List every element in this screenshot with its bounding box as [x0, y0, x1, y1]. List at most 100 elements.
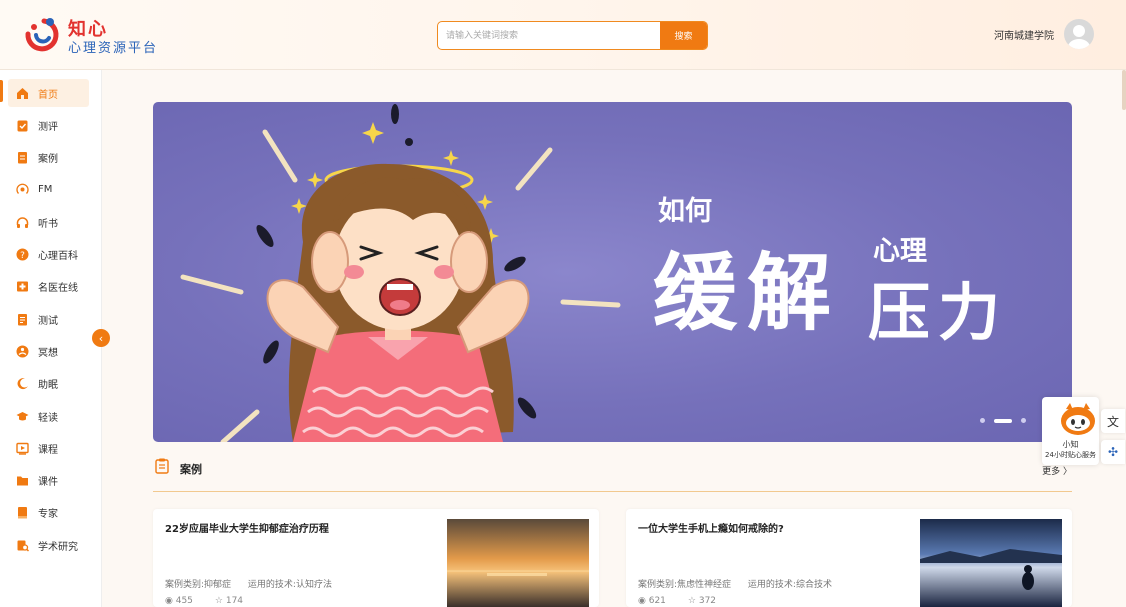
- top-header: 知心 心理资源平台 搜索 河南城建学院: [0, 0, 1126, 70]
- sidebar-item-label: 案例: [38, 154, 58, 166]
- user-menu[interactable]: 河南城建学院: [994, 19, 1094, 49]
- sidebar-item-label: 课程: [38, 444, 58, 456]
- sidebar-item-label: 冥想: [38, 347, 58, 359]
- case-section-header: 案例 更多 〉: [153, 458, 1072, 492]
- banner-text-line1: 如何: [658, 196, 712, 227]
- sidebar-item-8[interactable]: 冥想: [8, 337, 89, 365]
- svg-text:?: ?: [20, 251, 25, 261]
- clipboard-check-icon: [16, 119, 29, 132]
- views-count: 455: [175, 596, 193, 606]
- case-title[interactable]: 一位大学生手机上瘾如何戒除的?: [638, 520, 784, 535]
- sidebar-item-label: 学术研究: [38, 541, 78, 553]
- star-icon: ☆: [687, 596, 699, 606]
- search-input[interactable]: [438, 22, 660, 49]
- assistant-widget[interactable]: 小知 24小时贴心服务: [1042, 397, 1099, 465]
- case-card[interactable]: 一位大学生手机上瘾如何戒除的? 案例类别:焦虑性神经症 运用的技术:综合技术 ◉…: [626, 509, 1072, 607]
- case-title[interactable]: 22岁应届毕业大学生抑郁症治疗历程: [165, 520, 329, 535]
- banner-dot[interactable]: [1021, 418, 1026, 423]
- sidebar-item-3[interactable]: FM: [8, 176, 89, 204]
- sidebar-item-label: 课件: [38, 477, 58, 489]
- logo-mark-icon: [25, 18, 59, 52]
- case-thumbnail[interactable]: [920, 519, 1062, 607]
- case-meta: 案例类别:焦虑性神经症 运用的技术:综合技术: [638, 577, 846, 590]
- case-card[interactable]: 22岁应届毕业大学生抑郁症治疗历程 案例类别:抑郁症 运用的技术:认知疗法 ◉ …: [153, 509, 599, 607]
- doctor-icon: [16, 280, 29, 293]
- scrollbar[interactable]: [1122, 70, 1126, 110]
- sidebar-item-5[interactable]: ? 心理百科: [8, 241, 89, 269]
- sidebar-item-7[interactable]: 测试: [8, 305, 89, 333]
- case-technique: 运用的技术:认知疗法: [247, 580, 332, 590]
- sidebar-item-14[interactable]: 学术研究: [8, 531, 89, 559]
- case-category: 案例类别:抑郁症: [165, 580, 232, 590]
- case-meta: 案例类别:抑郁症 运用的技术:认知疗法: [165, 577, 346, 590]
- test-paper-icon: [16, 313, 29, 326]
- chevron-left-icon: ‹: [98, 331, 104, 345]
- banner-illustration: 如何 缓解 心理 压力: [180, 104, 1008, 442]
- sidebar-item-10[interactable]: 轻读: [8, 402, 89, 430]
- home-icon: [16, 87, 29, 100]
- video-course-icon: [16, 442, 29, 455]
- views-count: 621: [648, 596, 666, 606]
- hero-banner[interactable]: 如何 缓解 心理 压力: [153, 102, 1072, 442]
- eye-icon: ◉: [165, 596, 176, 606]
- meditation-icon: [16, 345, 29, 358]
- case-stats: ◉ 455 ☆ 174: [165, 596, 265, 606]
- case-thumbnail[interactable]: [447, 519, 589, 607]
- more-link[interactable]: 更多 〉: [1042, 464, 1072, 477]
- banner-text-small: 心理: [873, 236, 927, 267]
- banner-text-big: 缓解: [653, 244, 841, 342]
- sidebar-item-label: 首页: [38, 89, 58, 101]
- brand-logo[interactable]: 知心 心理资源平台: [22, 14, 182, 58]
- sidebar-item-6[interactable]: 名医在线: [8, 273, 89, 301]
- network-icon[interactable]: ✣: [1101, 440, 1125, 464]
- sidebar-item-2[interactable]: 案例: [8, 144, 89, 172]
- user-name: 河南城建学院: [994, 30, 1054, 42]
- banner-pagination: [980, 418, 1035, 423]
- search-button[interactable]: 搜索: [660, 22, 707, 49]
- section-title: 案例: [180, 463, 202, 476]
- robot-mascot-icon: [1061, 403, 1095, 435]
- case-stats: ◉ 621 ☆ 372: [638, 596, 738, 606]
- research-icon: [16, 539, 29, 552]
- sidebar-item-label: 心理百科: [38, 251, 78, 262]
- book-icon: [16, 506, 29, 519]
- translate-icon[interactable]: 文: [1101, 409, 1125, 433]
- avatar[interactable]: [1064, 19, 1094, 49]
- sidebar-item-12[interactable]: 课件: [8, 467, 89, 495]
- sidebar-item-13[interactable]: 专家: [8, 499, 89, 527]
- folder-icon: [16, 474, 29, 487]
- case-category: 案例类别:焦虑性神经症: [638, 580, 732, 590]
- sidebar-item-label: 专家: [38, 509, 58, 521]
- moon-icon: [16, 377, 29, 390]
- sidebar-item-9[interactable]: 助眠: [8, 370, 89, 398]
- banner-dot[interactable]: [980, 418, 985, 423]
- stars-stat: ☆ 174: [215, 596, 243, 606]
- views-stat: ◉ 455: [165, 596, 193, 606]
- brand-subtitle: 心理资源平台: [68, 41, 159, 56]
- document-icon: [16, 151, 29, 164]
- sidebar-item-label: 名医在线: [38, 283, 78, 295]
- assistant-name: 小知: [1062, 440, 1079, 449]
- sidebar-item-label: 听书: [38, 218, 58, 230]
- assistant-desc: 24小时贴心服务: [1045, 451, 1096, 459]
- stars-count: 174: [225, 596, 244, 606]
- banner-text-line3: 压力: [868, 276, 1008, 349]
- broadcast-icon: [16, 183, 29, 196]
- sidebar-item-4[interactable]: 听书: [8, 208, 89, 236]
- sidebar-item-label: FM: [38, 184, 53, 196]
- sidebar-item-1[interactable]: 测评: [8, 111, 89, 139]
- active-indicator: [0, 80, 3, 102]
- headphones-icon: [16, 216, 29, 229]
- stars-stat: ☆ 372: [688, 596, 716, 606]
- sidebar-item-11[interactable]: 课程: [8, 434, 89, 462]
- collapse-sidebar-button[interactable]: ‹: [92, 329, 110, 347]
- sidebar-item-label: 助眠: [38, 380, 58, 392]
- graduation-cap-icon: [16, 410, 29, 423]
- case-technique: 运用的技术:综合技术: [747, 580, 832, 590]
- sidebar-item-0[interactable]: 首页: [8, 79, 89, 107]
- sidebar-item-label: 轻读: [38, 412, 58, 424]
- sidebar-item-label: 测评: [38, 121, 58, 133]
- star-icon: ☆: [214, 596, 226, 606]
- banner-dot-active[interactable]: [994, 418, 1012, 423]
- eye-icon: ◉: [638, 596, 649, 606]
